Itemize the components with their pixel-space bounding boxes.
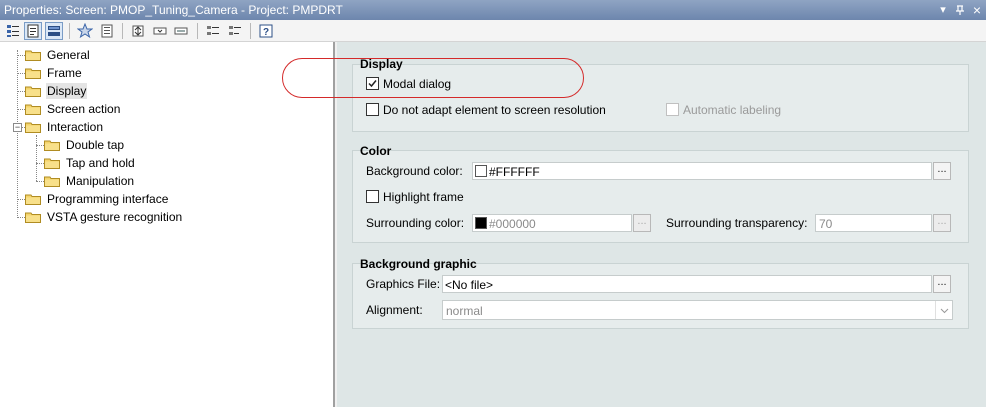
svg-text:?: ? <box>263 27 269 38</box>
folder-icon <box>25 104 41 115</box>
folder-icon <box>25 86 41 97</box>
tree-item-double-tap[interactable]: Double tap <box>44 136 125 154</box>
highlight-frame-label: Highlight frame <box>383 190 464 204</box>
surrounding-transparency-browse-button[interactable]: ... <box>933 214 951 232</box>
surrounding-color-label: Surrounding color: <box>366 216 465 230</box>
title-bar: Properties: Screen: PMOP_Tuning_Camera -… <box>0 0 986 20</box>
properties-panel: Display Modal dialog Do not adapt elemen… <box>337 42 986 407</box>
tree-item-frame[interactable]: Frame <box>25 64 83 82</box>
tree-item-screen-action[interactable]: Screen action <box>25 100 121 118</box>
modal-dialog-label: Modal dialog <box>383 77 452 91</box>
graphics-file-browse-button[interactable]: ... <box>933 275 951 293</box>
no-adapt-label: Do not adapt element to screen resolutio… <box>383 103 606 117</box>
folder-icon <box>25 194 41 205</box>
surrounding-transparency-label: Surrounding transparency: <box>666 216 808 230</box>
display-title: Display <box>360 57 403 71</box>
dropdown-icon[interactable]: ▾ <box>936 3 950 17</box>
list-view-alt-icon[interactable] <box>226 22 244 40</box>
display-group <box>352 64 969 132</box>
window-title: Properties: Screen: PMOP_Tuning_Camera -… <box>4 3 343 17</box>
graphics-file-label: Graphics File: <box>366 277 441 291</box>
highlight-frame-checkbox[interactable] <box>366 190 379 203</box>
background-color-swatch <box>475 165 487 177</box>
surrounding-color-field[interactable]: #000000 <box>472 214 632 232</box>
modal-dialog-checkbox[interactable] <box>366 77 379 90</box>
background-color-field[interactable]: #FFFFFF <box>472 162 932 180</box>
background-color-label: Background color: <box>366 164 463 178</box>
folder-icon <box>44 140 60 151</box>
tree-item-vsta-gesture[interactable]: VSTA gesture recognition <box>25 208 183 226</box>
background-graphic-title: Background graphic <box>360 257 477 271</box>
alignment-select[interactable]: normal <box>442 300 953 320</box>
tree-item-display[interactable]: Display <box>25 82 88 100</box>
folder-icon <box>25 50 41 61</box>
events-icon[interactable] <box>45 22 63 40</box>
toolbar: ? <box>0 20 986 42</box>
auto-labeling-checkbox[interactable] <box>666 103 679 116</box>
background-color-browse-button[interactable]: ... <box>933 162 951 180</box>
chevron-down-icon <box>935 301 952 319</box>
favorites-star-icon[interactable] <box>76 22 94 40</box>
property-tree: − General Frame Display Screen action In… <box>0 42 335 407</box>
color-title: Color <box>360 144 392 158</box>
tree-item-general[interactable]: General <box>25 46 91 64</box>
auto-labeling-label: Automatic labeling <box>683 103 782 117</box>
alignment-label: Alignment: <box>366 303 423 317</box>
open-folder-icon <box>25 122 41 133</box>
folder-icon <box>25 212 41 223</box>
help-icon[interactable]: ? <box>257 22 275 40</box>
folder-icon <box>44 176 60 187</box>
description-icon[interactable] <box>98 22 116 40</box>
surrounding-color-browse-button[interactable]: ... <box>633 214 651 232</box>
collapse-icon[interactable] <box>151 22 169 40</box>
categorized-icon[interactable] <box>4 22 22 40</box>
close-icon[interactable]: × <box>970 3 984 17</box>
list-view-icon[interactable] <box>204 22 222 40</box>
graphics-file-field[interactable]: <No file> <box>442 275 932 293</box>
pin-icon[interactable] <box>953 3 967 17</box>
folder-icon <box>44 158 60 169</box>
surrounding-transparency-field[interactable]: 70 <box>815 214 932 232</box>
field-icon[interactable] <box>172 22 190 40</box>
folder-icon <box>25 68 41 79</box>
properties-page-icon[interactable] <box>24 22 42 40</box>
tree-item-tap-and-hold[interactable]: Tap and hold <box>44 154 136 172</box>
expand-all-icon[interactable] <box>129 22 147 40</box>
tree-item-programming-interface[interactable]: Programming interface <box>25 190 169 208</box>
collapse-toggle-icon[interactable]: − <box>13 123 22 132</box>
surrounding-color-swatch <box>475 217 487 229</box>
tree-item-manipulation[interactable]: Manipulation <box>44 172 135 190</box>
no-adapt-checkbox[interactable] <box>366 103 379 116</box>
tree-item-interaction[interactable]: Interaction <box>25 118 104 136</box>
